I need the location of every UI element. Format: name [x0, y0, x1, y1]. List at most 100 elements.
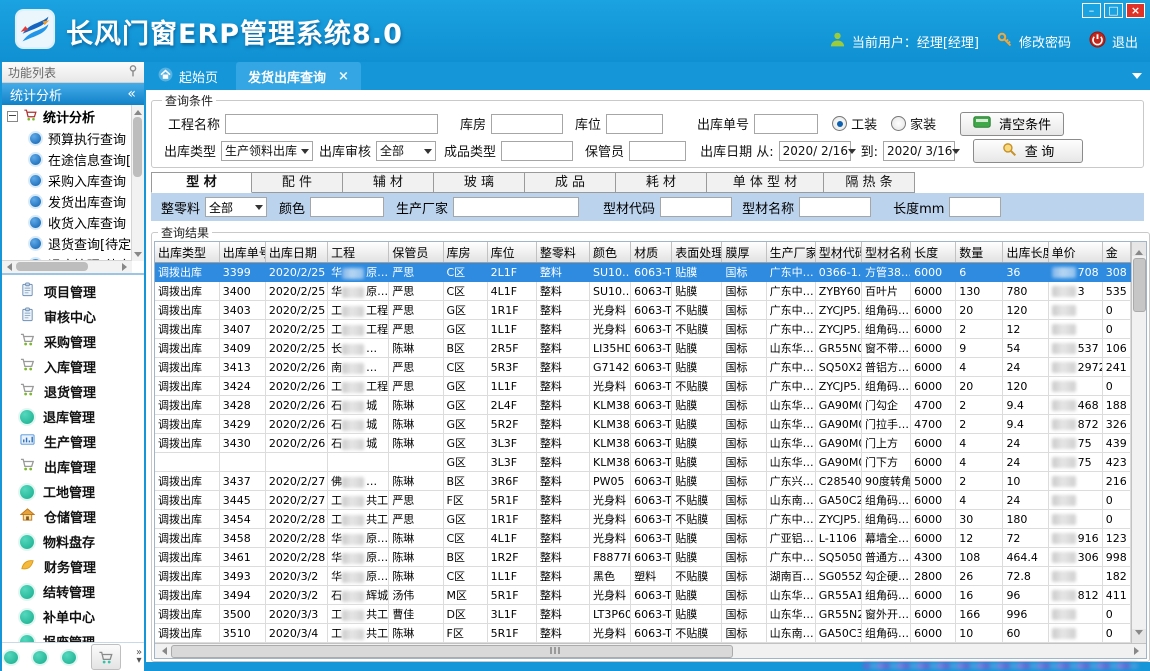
date-to-select[interactable]: 2020/ 3/16 — [883, 141, 955, 161]
sidebar-group-header[interactable]: 统计分析 « — [2, 83, 144, 105]
logout-button[interactable]: 退出 — [1089, 31, 1138, 52]
length-input[interactable] — [949, 197, 1001, 217]
table-row[interactable]: 调拨出库34132020/2/26南…严思C区5R3F整料G714226063-… — [155, 358, 1131, 377]
horizontal-scroll-thumb[interactable] — [171, 645, 733, 658]
material-tab-1[interactable]: 型 材 — [151, 172, 252, 193]
column-header[interactable]: 数量 — [956, 242, 1003, 263]
tabstrip-dropdown-icon[interactable] — [1132, 73, 1142, 84]
cart-module-button[interactable] — [91, 644, 121, 670]
warehouse-input[interactable] — [491, 114, 563, 134]
column-header[interactable]: 生产厂家 — [766, 242, 815, 263]
table-row[interactable]: 调拨出库34372020/2/27佛…陈琳B区3R6F整料PW056063-T5… — [155, 472, 1131, 491]
radio-jiazhuang[interactable] — [891, 116, 906, 131]
audit-status-select[interactable]: 全部 — [376, 141, 436, 161]
minimize-button[interactable]: – — [1082, 3, 1101, 18]
table-row[interactable]: 调拨出库34452020/2/27工共工程严思F区5R1F整料光身料6063-T… — [155, 491, 1131, 510]
material-tab-6[interactable]: 耗 材 — [616, 172, 707, 193]
product-type-input[interactable] — [501, 141, 573, 161]
sidebar-module-入库管理[interactable]: 入库管理 — [2, 354, 144, 379]
sidebar-module-报废管理[interactable]: 报废管理 — [2, 629, 144, 642]
pin-icon[interactable] — [128, 65, 138, 80]
outbound-order-no-input[interactable] — [754, 114, 818, 134]
radio-gongzhuang[interactable] — [832, 116, 847, 131]
table-row[interactable]: 调拨出库34582020/2/28华原…陈琳C区4L1F整料光身料6063-T5… — [155, 529, 1131, 548]
material-tab-7[interactable]: 单 体 型 材 — [707, 172, 824, 193]
sidebar-module-财务管理[interactable]: 财务管理 — [2, 554, 144, 579]
tree-item[interactable]: 发货出库查询 — [2, 191, 132, 212]
tree-expander-icon[interactable] — [7, 111, 18, 122]
column-header[interactable]: 型材代码 — [815, 242, 861, 263]
vertical-scrollbar[interactable] — [1131, 242, 1146, 643]
maximize-button[interactable]: □ — [1104, 3, 1123, 18]
sidebar-module-结转管理[interactable]: 结转管理 — [2, 579, 144, 604]
module-dot-icon[interactable] — [33, 651, 47, 664]
table-row[interactable]: 调拨出库34092020/2/25长…陈琳B区2R5F整料LI35HD6063-… — [155, 339, 1131, 358]
column-header[interactable]: 颜色 — [590, 242, 631, 263]
column-header[interactable]: 膜厚 — [722, 242, 766, 263]
sidebar-module-仓储管理[interactable]: 仓储管理 — [2, 504, 144, 529]
table-row[interactable]: G区3L3F整料KLM38176063-T5贴膜国标山东华…GA90M09…门下… — [155, 453, 1131, 472]
sidebar-module-生产管理[interactable]: 生产管理 — [2, 429, 144, 454]
keeper-input[interactable] — [629, 141, 686, 161]
horizontal-scrollbar[interactable] — [155, 643, 1146, 658]
table-row[interactable]: 调拨出库34282020/2/26石城陈琳G区2L4F整料KLM38176063… — [155, 396, 1131, 415]
outbound-type-select[interactable]: 生产领料出库 — [221, 141, 313, 161]
sidebar-module-审核中心[interactable]: 审核中心 — [2, 304, 144, 329]
close-button[interactable]: × — [1126, 3, 1145, 18]
column-header[interactable]: 材质 — [631, 242, 672, 263]
table-row[interactable]: 调拨出库34542020/2/28工共工程严思G区1R1F整料光身料6063-T… — [155, 510, 1131, 529]
column-header[interactable]: 保管员 — [389, 242, 443, 263]
collapse-icon[interactable]: « — [127, 86, 136, 102]
sidebar-module-退货管理[interactable]: 退货管理 — [2, 379, 144, 404]
table-row[interactable]: 调拨出库34002020/2/25华原…严思C区4L1F整料SU10…6063-… — [155, 282, 1131, 301]
tree-item[interactable]: 采购入库查询 — [2, 170, 132, 191]
table-row[interactable]: 调拨出库34292020/2/26石城陈琳G区5R2F整料KLM38176063… — [155, 415, 1131, 434]
table-row[interactable]: 调拨出库34072020/2/25工工程严思G区1L1F整料光身料6063-T5… — [155, 320, 1131, 339]
date-from-select[interactable]: 2020/ 2/16 — [779, 141, 851, 161]
color-input[interactable] — [310, 197, 384, 217]
material-tab-4[interactable]: 玻 璃 — [434, 172, 525, 193]
table-row[interactable]: 调拨出库34242020/2/26工工程严思G区1L1F整料光身料6063-T5… — [155, 377, 1131, 396]
tree-vertical-scrollbar[interactable] — [131, 105, 144, 261]
project-name-input[interactable] — [225, 114, 438, 134]
material-tab-8[interactable]: 隔 热 条 — [824, 172, 915, 193]
material-tab-5[interactable]: 成 品 — [525, 172, 616, 193]
table-row[interactable]: 调拨出库35002020/3/3工共工程曹佳D区3L1F整料LT3P606063… — [155, 605, 1131, 624]
scroll-up-button[interactable] — [1132, 242, 1146, 256]
column-header[interactable]: 出库类型 — [155, 242, 219, 263]
table-row[interactable]: 调拨出库34942020/3/2石辉城汤伟M区5R1F整料光身料6063-T5贴… — [155, 586, 1131, 605]
sidebar-module-项目管理[interactable]: 项目管理 — [2, 279, 144, 304]
table-row[interactable]: 调拨出库34612020/2/28华原…陈琳B区1R2F整料F8877FT606… — [155, 548, 1131, 567]
tree-item[interactable]: 在途信息查询[待 — [2, 149, 132, 170]
vertical-scroll-thumb[interactable] — [1133, 258, 1146, 312]
table-row[interactable]: 调拨出库34032020/2/25工工程严思G区1R1F整料光身料6063-T5… — [155, 301, 1131, 320]
column-header[interactable]: 整零料 — [536, 242, 589, 263]
sidebar-module-工地管理[interactable]: 工地管理 — [2, 479, 144, 504]
sidebar-module-物料盘存[interactable]: 物料盘存 — [2, 529, 144, 554]
whole-piece-select[interactable]: 全部 — [205, 197, 267, 217]
table-row[interactable]: 调拨出库35102020/3/4工共工程陈琳F区5R1F整料光身料6063-T5… — [155, 624, 1131, 643]
tree-root-statistics[interactable]: 统计分析 — [2, 105, 132, 128]
table-row[interactable]: 调拨出库34302020/2/26石城陈琳G区3L3F整料KLM38176063… — [155, 434, 1131, 453]
module-dot-icon[interactable] — [62, 651, 76, 664]
module-dot-icon[interactable] — [4, 651, 18, 664]
scroll-down-button[interactable] — [1132, 629, 1146, 643]
table-row[interactable]: 调拨出库34932020/3/2华原…陈琳C区1L1F整料黑色塑料不贴膜国标湖南… — [155, 567, 1131, 586]
column-header[interactable]: 出库长度 — [1003, 242, 1048, 263]
column-header[interactable]: 长度 — [911, 242, 956, 263]
tree-item[interactable]: 预算执行查询 — [2, 128, 132, 149]
tab-close-icon[interactable]: × — [338, 69, 349, 84]
material-tab-3[interactable]: 辅 材 — [343, 172, 434, 193]
tree-item[interactable]: 收货入库查询 — [2, 212, 132, 233]
column-header[interactable]: 表面处理 — [672, 242, 722, 263]
table-row[interactable]: 调拨出库33992020/2/25华原…严思C区2L1F整料SU10…6063-… — [155, 263, 1131, 282]
column-header[interactable]: 工程 — [328, 242, 389, 263]
profile-code-input[interactable] — [660, 197, 732, 217]
footer-overflow-chevron[interactable]: »▾ — [136, 649, 142, 665]
column-header[interactable]: 库房 — [443, 242, 487, 263]
search-button[interactable]: 查 询 — [973, 139, 1083, 163]
column-header[interactable]: 单价 — [1048, 242, 1102, 263]
column-header[interactable]: 出库日期 — [265, 242, 327, 263]
clear-conditions-button[interactable]: 清空条件 — [960, 112, 1064, 136]
material-tab-2[interactable]: 配 件 — [252, 172, 343, 193]
